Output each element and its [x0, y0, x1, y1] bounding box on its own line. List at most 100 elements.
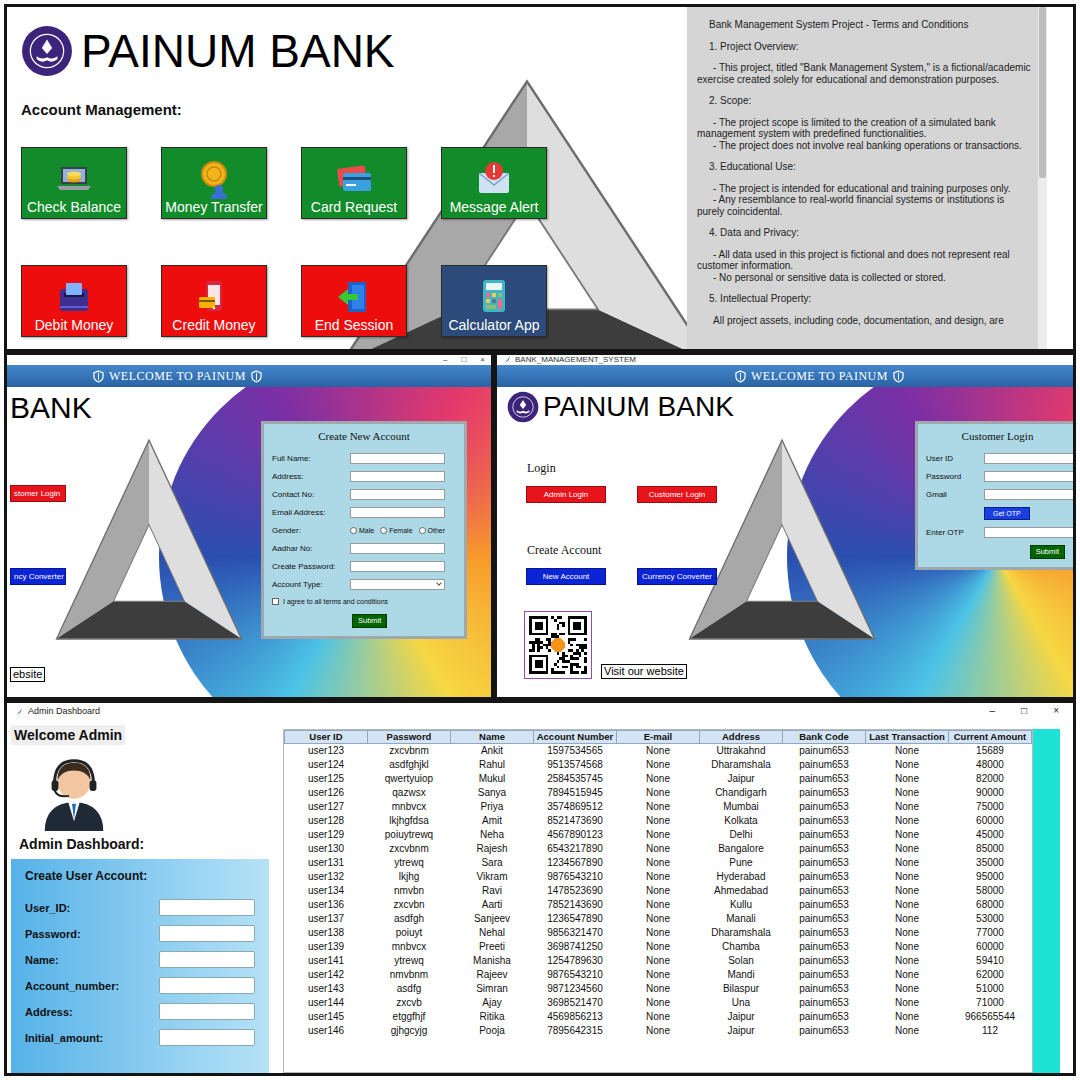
table-row[interactable]: user134nmvbnRavi1478523690NoneAhmedabadp… [285, 884, 1032, 898]
column-header[interactable]: User ID [285, 731, 368, 744]
table-row[interactable]: user126qazwsxSanya7894515945NoneChandiga… [285, 786, 1032, 800]
submit-button[interactable]: Submit [1030, 545, 1065, 559]
menu-tile[interactable]: Check Balance [21, 147, 127, 219]
nav-button[interactable]: ncy Converter [10, 568, 66, 585]
table-cell: 7894515945 [534, 786, 617, 800]
form-row: Password: [25, 925, 255, 942]
column-header[interactable]: Password [368, 731, 451, 744]
table-row[interactable]: user136zxcvbnAarti7852143690NoneKullupai… [285, 898, 1032, 912]
table-row[interactable]: user127mnbvcxPriya3574869512NoneMumbaipa… [285, 800, 1032, 814]
text-input[interactable] [159, 951, 255, 968]
terms-heading: 2. Scope: [697, 95, 1031, 107]
text-input[interactable] [159, 1029, 255, 1046]
table-row[interactable]: user137asdfghSanjeev1236547890NoneManali… [285, 912, 1032, 926]
table-row[interactable]: user130zxcvbnmRajesh6543217890NoneBangal… [285, 842, 1032, 856]
table-row[interactable]: user132lkjhgVikram9876543210NoneHyderaba… [285, 870, 1032, 884]
scrollbar[interactable] [1038, 7, 1047, 349]
text-input[interactable] [159, 925, 255, 942]
radio-label: Other [428, 526, 446, 535]
radio-button[interactable] [350, 527, 357, 534]
window-control[interactable]: × [480, 355, 485, 365]
website-link[interactable]: Visit our website [601, 664, 687, 679]
table-cell: painum653 [783, 926, 866, 940]
column-header[interactable]: Name [451, 731, 534, 744]
nav-button[interactable]: New Account [526, 568, 606, 585]
menu-tile[interactable]: Money Transfer [161, 147, 267, 219]
table-row[interactable]: user125qwertyuiopMukul2584535745NoneJaip… [285, 772, 1032, 786]
menu-tile[interactable]: Card Request [301, 147, 407, 219]
column-header[interactable]: Account Number [534, 731, 617, 744]
window-control[interactable]: – [990, 705, 996, 717]
table-row[interactable]: user139mnbvcxPreeti3698741250NoneChambap… [285, 940, 1032, 954]
window-control[interactable]: × [1053, 705, 1059, 717]
text-input[interactable] [350, 561, 445, 572]
text-input[interactable] [350, 453, 445, 464]
table-row[interactable]: user128lkjhgfdsaAmit8521473690NoneKolkat… [285, 814, 1032, 828]
menu-tile[interactable]: End Session [301, 265, 407, 337]
radio-option[interactable]: Other [419, 526, 446, 535]
text-input[interactable] [350, 489, 445, 500]
table-cell: 75000 [949, 800, 1032, 814]
radio-button[interactable] [380, 527, 387, 534]
radio-button[interactable] [419, 527, 426, 534]
menu-tile[interactable]: Message Alert [441, 147, 547, 219]
table-row[interactable]: user144zxcvbAjay3698521470NoneUnapainum6… [285, 996, 1032, 1010]
menu-tile[interactable]: Credit Money [161, 265, 267, 337]
scrollbar-thumb[interactable] [1039, 7, 1046, 178]
text-input[interactable] [159, 977, 255, 994]
table-row[interactable]: user146gjhgcyjgPooja7895642315NoneJaipur… [285, 1024, 1032, 1038]
text-input[interactable] [984, 489, 1073, 500]
radio-option[interactable]: Male [350, 526, 374, 535]
table-row[interactable]: user142nmvbnmRajeev9876543210NoneMandipa… [285, 968, 1032, 982]
nav-button[interactable]: stomer Login [10, 485, 66, 502]
section-heading: Login [507, 461, 556, 476]
menu-tile[interactable]: Calculator App [441, 265, 547, 337]
table-row[interactable]: user141ytrewqManisha1254789630NoneSolanp… [285, 954, 1032, 968]
table-row[interactable]: user143asdfgSimran9871234560NoneBilaspur… [285, 982, 1032, 996]
table-row[interactable]: user131ytrewqSara1234567890NonePunepainu… [285, 856, 1032, 870]
text-input[interactable] [984, 471, 1073, 482]
submit-button[interactable]: Submit [352, 614, 387, 628]
text-input[interactable] [984, 453, 1073, 464]
table-row[interactable]: user138poiuytNehal9856321470NoneDharamsh… [285, 926, 1032, 940]
account-type-select[interactable] [350, 579, 445, 590]
table-row[interactable]: user124asdfghjklRahul9513574568NoneDhara… [285, 758, 1032, 772]
table-cell: 1254789630 [534, 954, 617, 968]
website-link[interactable]: ebsite [10, 667, 45, 682]
otp-button[interactable]: Get OTP [984, 507, 1030, 520]
text-input[interactable] [159, 1003, 255, 1020]
column-header[interactable]: Bank Code [783, 731, 866, 744]
window-control[interactable]: □ [461, 355, 466, 365]
form-title: Create User Account: [25, 869, 255, 883]
menu-tile[interactable]: Debit Money [21, 265, 127, 337]
table-row[interactable]: user129poiuytrewqNeha4567890123NoneDelhi… [285, 828, 1032, 842]
radio-option[interactable]: Female [380, 526, 412, 535]
table-row[interactable]: user145etggfhjfRitika4569856213NoneJaipu… [285, 1010, 1032, 1024]
qr-code-icon[interactable] [524, 611, 592, 679]
agree-checkbox[interactable] [272, 598, 279, 605]
column-header[interactable]: Last Transaction [866, 731, 949, 744]
window-control[interactable]: – [443, 355, 447, 365]
text-input[interactable] [984, 527, 1073, 538]
nav-button[interactable]: Admin Login [526, 486, 606, 503]
table-cell: ytrewq [368, 856, 451, 870]
text-input[interactable] [350, 543, 445, 554]
terms-title: Bank Management System Project - Terms a… [697, 19, 1031, 31]
text-input[interactable] [350, 507, 445, 518]
text-input[interactable] [159, 899, 255, 916]
table-cell: Una [700, 996, 783, 1010]
field-label: Email Address: [272, 508, 350, 518]
nav-button[interactable]: Customer Login [637, 486, 717, 503]
text-input[interactable] [350, 471, 445, 482]
column-header[interactable]: Address [700, 731, 783, 744]
table-cell: None [866, 772, 949, 786]
form-row: Get OTP [926, 507, 1069, 520]
form-row: Full Name: [272, 453, 456, 464]
table-cell: mnbvcx [368, 940, 451, 954]
column-header[interactable]: Current Amount [949, 731, 1032, 744]
table-cell: None [866, 898, 949, 912]
window-control[interactable]: □ [1021, 705, 1027, 717]
nav-button[interactable]: Currency Converter [637, 568, 717, 585]
table-row[interactable]: user123zxcvbnmAnkit1597534565NoneUttraka… [285, 744, 1032, 759]
column-header[interactable]: E-mail [617, 731, 700, 744]
